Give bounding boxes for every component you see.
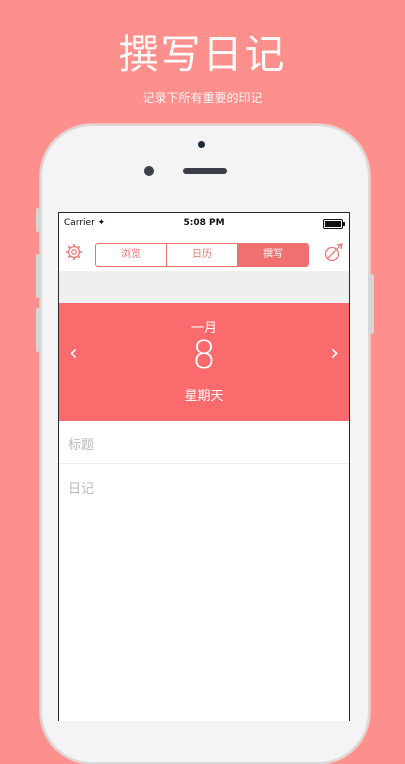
tab-write[interactable]: 撰写: [238, 244, 308, 266]
battery-icon: [323, 219, 345, 229]
diary-placeholder: 日记: [68, 482, 95, 497]
view-segmented-control: 浏览 日历 撰写: [95, 243, 309, 267]
date-header: ‹ 一月 8 星期天 ›: [59, 303, 349, 421]
app-screen: Carrier ✦ 5:08 PM 浏览 日历 撰写 ‹ 一月 8 星期天 › …: [58, 212, 350, 721]
diary-field[interactable]: 日记: [59, 464, 349, 721]
volume-up-button: [36, 254, 40, 298]
sensor-icon: [198, 141, 205, 148]
speaker-grille: [183, 168, 227, 174]
title-placeholder: 标题: [68, 438, 95, 453]
tab-browse[interactable]: 浏览: [96, 244, 167, 266]
front-camera-icon: [144, 166, 154, 176]
status-time: 5:08 PM: [183, 218, 225, 228]
tab-calendar[interactable]: 日历: [167, 244, 238, 266]
nav-bar: 浏览 日历 撰写: [59, 233, 349, 271]
day-number: 8: [191, 333, 217, 377]
next-day-button[interactable]: ›: [330, 341, 339, 366]
quill-icon[interactable]: [323, 243, 343, 263]
status-bar: Carrier ✦ 5:08 PM: [59, 213, 349, 233]
power-button: [370, 274, 374, 334]
weekday-label: 星期天: [184, 389, 224, 404]
promo-subtitle: 记录下所有重要的印记: [142, 91, 263, 105]
separator-bar: [59, 271, 349, 303]
title-field[interactable]: 标题: [59, 421, 349, 464]
promo-title: 撰写日记: [118, 32, 287, 78]
mute-switch: [36, 208, 40, 232]
gear-icon[interactable]: [65, 243, 83, 261]
volume-down-button: [36, 308, 40, 352]
